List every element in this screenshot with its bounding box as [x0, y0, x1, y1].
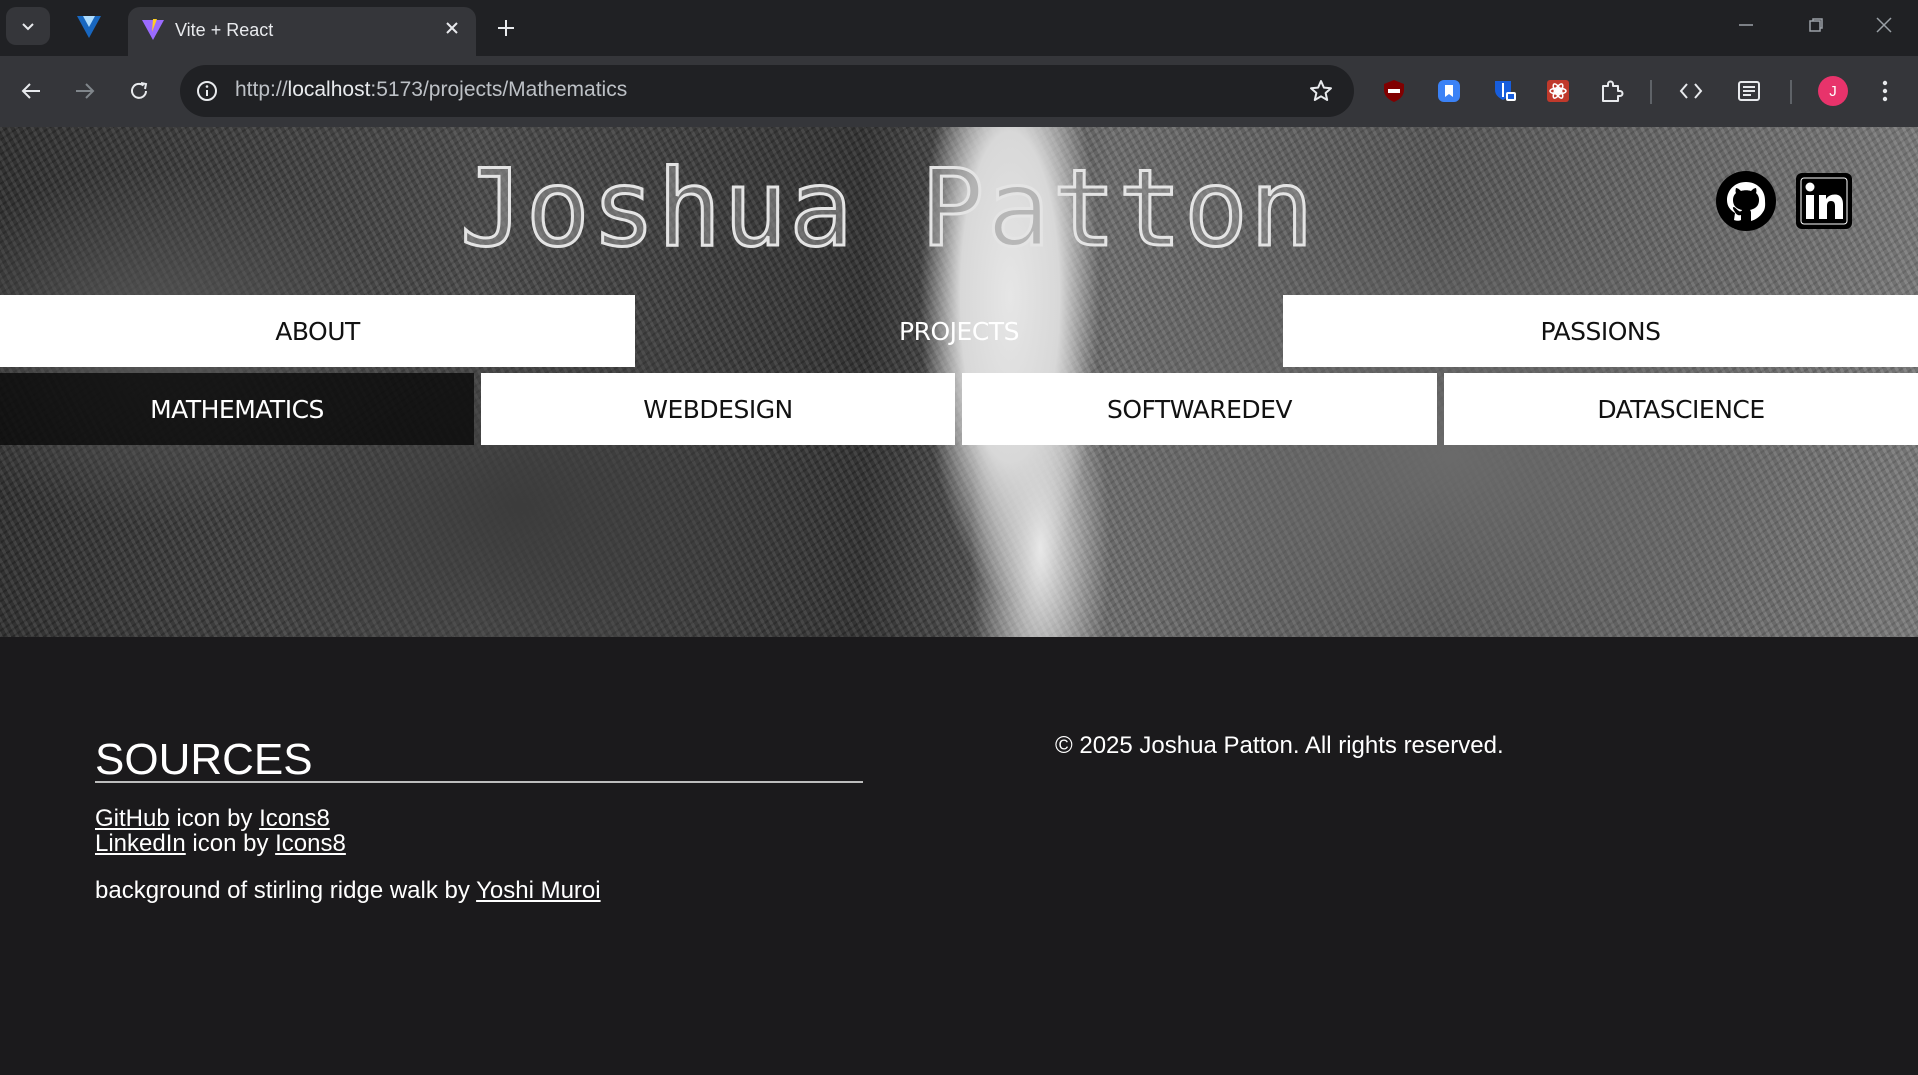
window-close-button[interactable]: [1856, 8, 1912, 42]
subnav-mathematics[interactable]: MATHEMATICS: [0, 373, 474, 445]
bookmark-button[interactable]: [1306, 76, 1336, 106]
tab-title: Vite + React: [175, 20, 274, 40]
close-icon: [1876, 17, 1892, 33]
projects-subnav: MATHEMATICS WEBDESIGN SOFTWAREDEV DATASC…: [0, 373, 1918, 445]
close-icon: [446, 22, 458, 34]
extensions-menu-button[interactable]: [1595, 74, 1629, 108]
linkedin-source-link[interactable]: LinkedIn: [95, 830, 186, 857]
linkedin-link[interactable]: [1792, 169, 1856, 233]
shield-lock-icon: [1495, 81, 1516, 101]
forward-button[interactable]: [66, 72, 104, 110]
back-button[interactable]: [12, 72, 50, 110]
subnav-webdesign[interactable]: WEBDESIGN: [481, 373, 955, 445]
credit-github: GitHub icon by Icons8: [95, 805, 330, 833]
address-bar[interactable]: http://localhost:5173/projects/Mathemati…: [180, 65, 1354, 117]
credit-text: icon by: [169, 805, 260, 832]
icons8-link[interactable]: Icons8: [259, 805, 330, 832]
tab-search-button[interactable]: [6, 7, 50, 45]
plus-icon: [498, 20, 514, 36]
url-path: :5173/projects/Mathematics: [370, 78, 628, 101]
nav-about[interactable]: ABOUT: [0, 295, 635, 367]
pinned-tab[interactable]: [70, 12, 108, 42]
restore-button[interactable]: [1788, 8, 1844, 42]
more-vertical-icon: [1882, 80, 1888, 102]
url-text[interactable]: http://localhost:5173/projects/Mathemati…: [235, 78, 627, 102]
nav-passions[interactable]: PASSIONS: [1283, 295, 1918, 367]
vite-logo-icon: [142, 19, 164, 40]
icons8-link[interactable]: Icons8: [275, 830, 346, 857]
browser-toolbar: http://localhost:5173/projects/Mathemati…: [0, 56, 1918, 127]
toolbar-divider: [1650, 80, 1652, 104]
puzzle-icon: [1602, 80, 1624, 102]
copyright-text: © 2025 Joshua Patton. All rights reserve…: [1055, 732, 1504, 759]
restore-icon: [1809, 18, 1823, 32]
github-icon: [1716, 171, 1776, 231]
sources-divider: [95, 781, 863, 783]
arrow-right-icon: [76, 83, 95, 99]
code-icon: [1679, 83, 1703, 99]
minimize-button[interactable]: [1718, 8, 1774, 42]
credit-background: background of stirling ridge walk by Yos…: [95, 877, 601, 905]
extension-react-devtools[interactable]: [1541, 74, 1575, 108]
devtools-button[interactable]: [1674, 74, 1708, 108]
primary-nav: ABOUT PROJECTS PASSIONS: [0, 295, 1918, 367]
nav-projects[interactable]: PROJECTS: [635, 295, 1283, 367]
extension-bookmark[interactable]: [1432, 74, 1466, 108]
url-scheme: http://: [235, 78, 288, 101]
active-tab[interactable]: Vite + React: [128, 7, 476, 56]
minimize-icon: [1739, 24, 1753, 26]
toolbar-divider: [1790, 80, 1792, 104]
chevron-down-icon: [22, 23, 34, 31]
new-tab-button[interactable]: [490, 12, 522, 44]
bug-icon: [1547, 80, 1569, 102]
reading-list-button[interactable]: [1732, 74, 1766, 108]
github-source-link[interactable]: GitHub: [95, 805, 170, 832]
github-link[interactable]: [1714, 169, 1778, 233]
subnav-datascience[interactable]: DATASCIENCE: [1444, 373, 1918, 445]
page-footer: SOURCES GitHub icon by Icons8 LinkedIn i…: [0, 637, 1918, 1075]
site-info-button[interactable]: [192, 76, 222, 106]
subnav-softwaredev[interactable]: SOFTWAREDEV: [962, 373, 1437, 445]
reload-button[interactable]: [120, 72, 158, 110]
profile-avatar[interactable]: J: [1818, 76, 1848, 106]
arrow-left-icon: [21, 83, 40, 99]
browser-tab-strip: Vite + React: [0, 0, 1918, 56]
info-icon: [197, 81, 217, 101]
sources-heading: SOURCES: [95, 735, 313, 784]
reading-list-icon: [1738, 81, 1760, 101]
extension-bitwarden[interactable]: [1487, 74, 1521, 108]
tab-close-button[interactable]: [438, 14, 466, 42]
reload-icon: [131, 82, 148, 99]
photographer-link[interactable]: Yoshi Muroi: [476, 877, 601, 904]
hero-header: Joshua Patton ABOUT PROJECTS PASSIONS MA…: [0, 127, 1918, 637]
vuetify-logo-icon: [77, 16, 101, 38]
url-host: localhost: [287, 78, 371, 101]
star-icon: [1310, 80, 1332, 101]
bookmark-icon: [1438, 80, 1460, 102]
site-title: Joshua Patton: [459, 146, 1316, 272]
credit-text: background of stirling ridge walk by: [95, 877, 477, 904]
credit-linkedin: LinkedIn icon by Icons8: [95, 830, 346, 858]
credit-text: icon by: [185, 830, 276, 857]
linkedin-icon: [1796, 173, 1852, 229]
browser-menu-button[interactable]: [1868, 74, 1902, 108]
shield-stop-icon: [1384, 80, 1404, 102]
extension-ublock[interactable]: [1377, 74, 1411, 108]
